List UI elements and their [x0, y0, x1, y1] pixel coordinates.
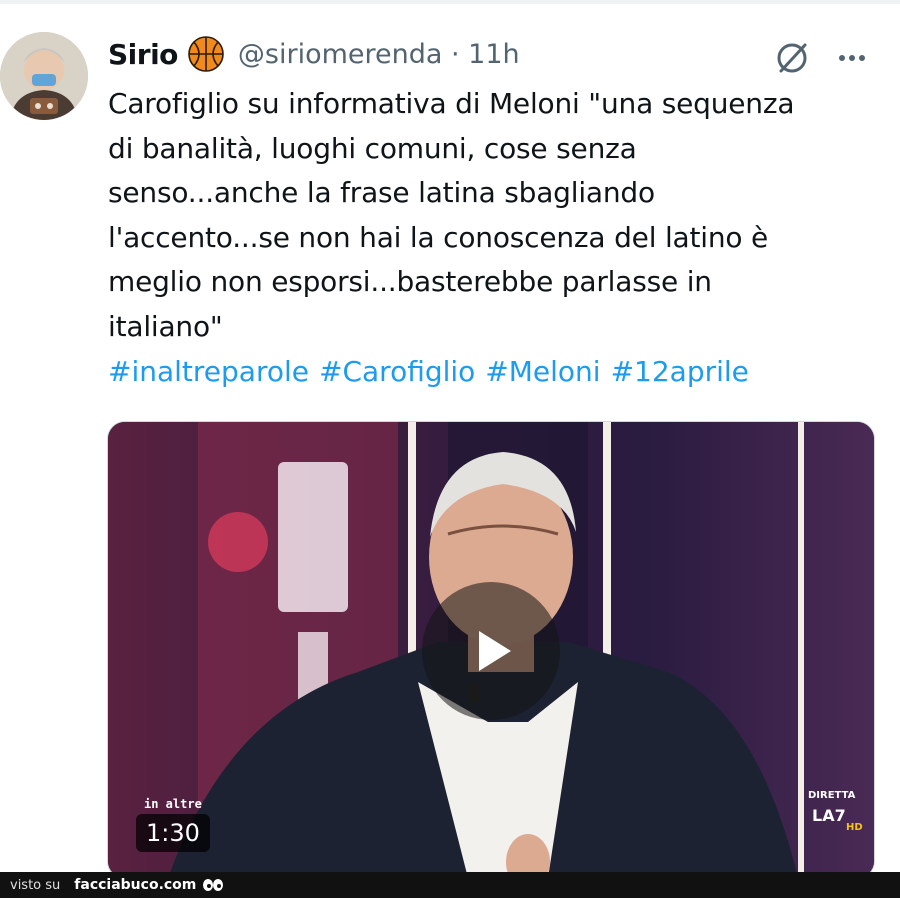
channel-logo-mark: LA7 — [812, 806, 846, 825]
watermark-site[interactable]: facciabuco.com — [74, 877, 196, 893]
avatar[interactable] — [0, 32, 88, 120]
play-icon — [479, 631, 511, 671]
hashtag-link[interactable]: #Carofiglio — [319, 355, 475, 388]
tweet-text: Carofiglio su informativa di Meloni "una… — [108, 82, 868, 349]
avatar-image — [0, 32, 88, 120]
hashtag-list: #inaltreparole #Carofiglio #Meloni #12april… — [108, 350, 759, 394]
video-duration: 1:30 — [136, 814, 210, 852]
hashtag-link[interactable]: #inaltreparole — [108, 355, 309, 388]
basketball-icon — [188, 36, 224, 72]
tweet-text-line: senso...anche la frase latina sbagliando — [108, 176, 655, 209]
tweet-text-line: meglio non esporsi...basterebbe parlasse… — [108, 265, 712, 298]
channel-logo: DIRETTA LA7 HD — [808, 790, 868, 840]
tweet-text-line: italiano" — [108, 309, 223, 343]
watermark-prefix: visto su — [10, 877, 61, 893]
play-button[interactable] — [422, 582, 560, 720]
grok-icon[interactable] — [772, 38, 812, 78]
tweet-text-line: l'accento...se non hai la conoscenza del… — [108, 220, 769, 254]
tweet-text-line: di banalità, luoghi comuni, cose senza — [108, 131, 637, 165]
more-icon[interactable] — [832, 38, 872, 78]
watermark-bar: visto su facciabuco.com — [0, 872, 900, 898]
tweet-header: Sirio @siriomerenda · 11h — [108, 34, 520, 74]
channel-logo-top: DIRETTA — [808, 790, 856, 801]
hashtag-link[interactable]: #Meloni — [485, 355, 600, 388]
show-logo: in altre — [144, 797, 202, 811]
author-name[interactable]: Sirio — [108, 38, 178, 71]
top-divider — [0, 0, 900, 4]
hashtag-link[interactable]: #12aprile — [611, 355, 749, 388]
tweet-text-line: Carofiglio su informativa di Meloni "una… — [108, 87, 795, 120]
author-handle-and-time[interactable]: @siriomerenda · 11h — [238, 39, 520, 70]
video-player[interactable]: in altre 1:30 DIRETTA LA7 HD — [107, 421, 875, 879]
channel-logo-sub: HD — [846, 822, 863, 833]
eyes-icon — [203, 879, 224, 891]
